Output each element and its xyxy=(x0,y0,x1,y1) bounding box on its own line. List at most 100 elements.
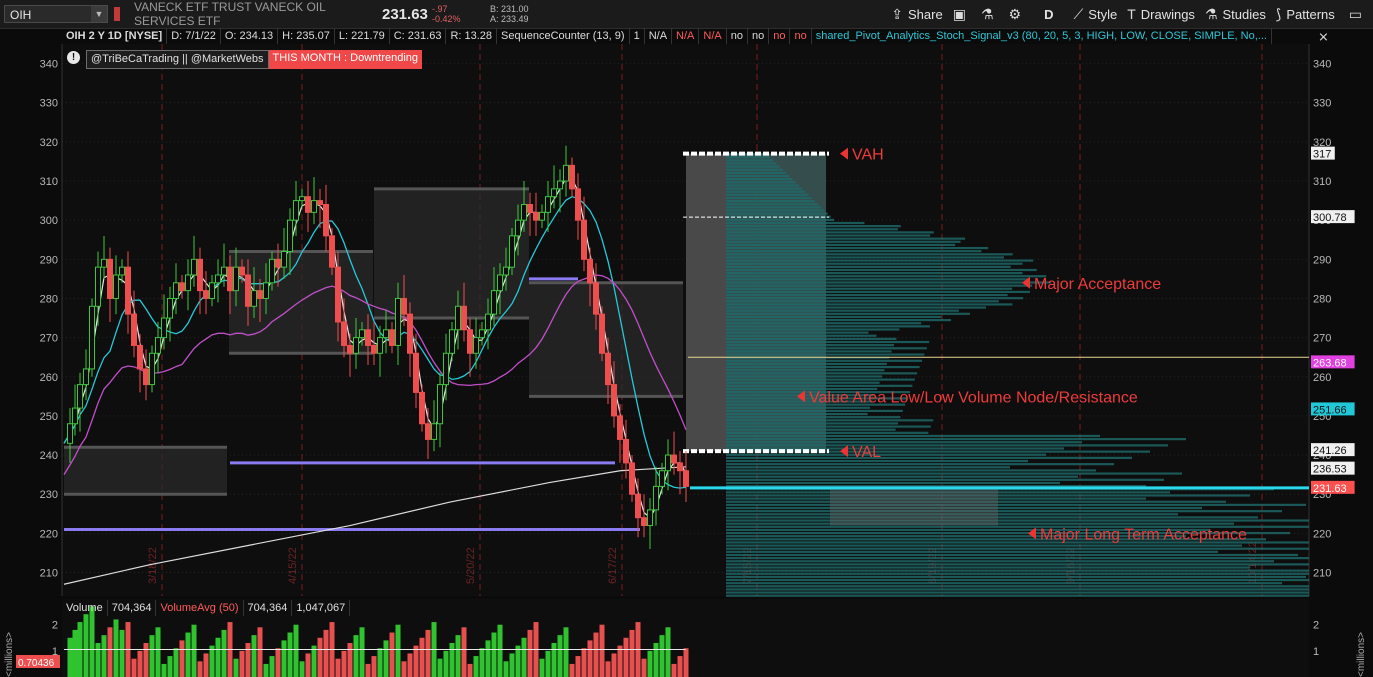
profile-bar xyxy=(726,259,1034,262)
volume-bar xyxy=(311,645,317,677)
patterns-button[interactable]: ⟆ Patterns xyxy=(1276,6,1335,23)
close-panel-icon[interactable]: ⨯ xyxy=(1318,29,1329,45)
drawings-button[interactable]: T Drawings xyxy=(1127,6,1195,22)
volume-bar xyxy=(659,635,665,677)
profile-bar xyxy=(726,557,1309,560)
candle-body xyxy=(665,454,671,472)
candle-body xyxy=(281,250,287,268)
study-value-5: no xyxy=(727,28,748,44)
chart-title[interactable]: OIH 2 Y 1D [NYSE] xyxy=(62,28,168,44)
volume-bar xyxy=(161,663,167,677)
candle-body xyxy=(611,384,617,417)
candle-body xyxy=(233,266,239,292)
profile-bar xyxy=(726,547,1309,550)
profile-bar xyxy=(726,237,966,240)
annotation-label: Value Area Low/Low Volume Node/Resistanc… xyxy=(809,389,1138,406)
flag-icon[interactable] xyxy=(114,7,120,21)
candle-body xyxy=(203,290,209,299)
candle-body xyxy=(425,423,431,440)
volume-bar xyxy=(575,656,581,677)
volume-bar xyxy=(521,637,527,677)
symbol-input[interactable]: OIH ▼ xyxy=(4,5,108,23)
candle-body xyxy=(335,266,341,323)
volume-bar xyxy=(353,635,359,677)
profile-bar xyxy=(726,340,930,344)
candle-body xyxy=(569,164,575,190)
chevron-down-icon[interactable]: ▼ xyxy=(91,6,107,22)
snapshot-button[interactable]: ▣ xyxy=(953,6,971,23)
candle-body xyxy=(263,282,269,299)
y-tick-label-left: 290 xyxy=(40,254,58,266)
y-tick-label-right: 210 xyxy=(1313,568,1331,580)
style-button[interactable]: ⟋ Style xyxy=(1073,6,1117,23)
candle-body xyxy=(683,470,689,487)
profile-bar xyxy=(726,378,915,381)
profile-bar xyxy=(726,456,1132,459)
price-marker-label: 317 xyxy=(1313,149,1331,161)
profile-bar xyxy=(726,566,1250,569)
candle-body xyxy=(305,196,311,213)
candle-body xyxy=(155,337,161,354)
profile-bar xyxy=(726,362,887,366)
volume-bar xyxy=(491,632,497,677)
settings-button[interactable]: ⚙ xyxy=(1009,6,1027,23)
month-badge: THIS MONTH : Downtrending xyxy=(268,50,423,69)
study-value-6: no xyxy=(748,28,770,44)
profile-bar xyxy=(726,212,828,215)
studies-button[interactable]: ⚗ Studies xyxy=(1205,6,1266,23)
volume-bar xyxy=(395,624,401,677)
y-tick-label-left: 240 xyxy=(40,450,58,462)
y-tick-label-right: 220 xyxy=(1313,528,1331,540)
pencil-icon: T xyxy=(1127,6,1136,22)
volume-bar xyxy=(569,663,575,677)
study-pivot-analytics[interactable]: shared_Pivot_Analytics_Stoch_Signal_v3 (… xyxy=(812,28,1272,44)
candle-body xyxy=(179,282,185,292)
more-button[interactable]: ▭ xyxy=(1349,6,1367,23)
period-label: D xyxy=(1044,6,1054,22)
y-tick-label-left: 300 xyxy=(40,215,58,227)
study-value-8: no xyxy=(790,28,812,44)
volume-avg-label[interactable]: VolumeAvg (50) xyxy=(156,600,244,616)
candle-body xyxy=(185,274,191,292)
volume-bar xyxy=(497,624,503,677)
volume-bar xyxy=(197,661,203,677)
profile-bar xyxy=(726,190,806,193)
volume-label[interactable]: Volume xyxy=(62,600,108,616)
volume-bar xyxy=(509,653,515,677)
bid-value: B: 231.00 xyxy=(490,4,529,14)
lab-button[interactable]: ⚗ xyxy=(981,6,999,23)
study-sequence-counter[interactable]: SequenceCounter (13, 9) xyxy=(497,28,630,44)
profile-bar xyxy=(726,428,896,431)
share-button[interactable]: ⇪ Share xyxy=(891,6,942,23)
volume-bar xyxy=(221,629,227,677)
volume-bar xyxy=(347,643,353,677)
candle-body xyxy=(347,344,353,354)
profile-bar xyxy=(726,278,1030,281)
volume-bar xyxy=(605,661,611,677)
volume-bar xyxy=(281,640,287,677)
candle-body xyxy=(467,329,473,354)
period-button[interactable]: D xyxy=(1044,7,1053,22)
candle-body xyxy=(497,274,503,292)
candle-body xyxy=(371,344,377,354)
volume-unit-right: <millions> xyxy=(1356,632,1367,677)
gear-icon: ⚙ xyxy=(1008,5,1022,22)
volume-bar xyxy=(599,624,605,677)
alert-icon[interactable]: ! xyxy=(67,51,80,64)
candle-body xyxy=(437,384,443,425)
volume-bar xyxy=(239,650,245,677)
candle-body xyxy=(581,219,587,260)
profile-bar xyxy=(726,510,1282,513)
low-value: L: 221.79 xyxy=(335,28,390,44)
volume-bar xyxy=(653,643,659,677)
candle-body xyxy=(635,493,641,519)
profile-bar xyxy=(726,318,951,322)
candle-body xyxy=(557,180,563,190)
volume-bar xyxy=(641,658,647,677)
price-chart[interactable]: 3/18/22 4/15/22 5/20/22 6/17/22 7/15/22 8/19/… xyxy=(0,44,1373,677)
volume-bar xyxy=(425,629,431,677)
volume-bar xyxy=(665,627,671,677)
profile-bar xyxy=(726,560,1274,563)
candle-body xyxy=(227,266,233,292)
y-tick-label-right: 270 xyxy=(1313,333,1331,345)
